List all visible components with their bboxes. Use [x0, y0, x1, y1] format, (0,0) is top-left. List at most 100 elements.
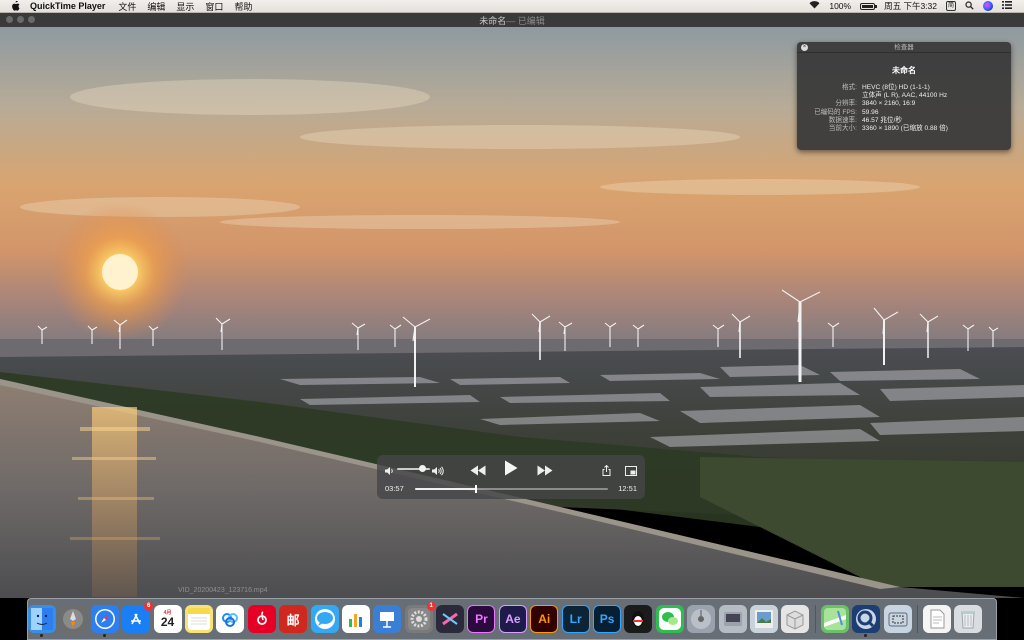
search-icon[interactable]: [965, 0, 974, 12]
rewind-icon[interactable]: [470, 463, 486, 481]
calendar-day: 24: [160, 614, 175, 629]
dock-system-preferences-icon[interactable]: 1: [404, 602, 436, 633]
zoom-window-button[interactable]: [28, 16, 35, 23]
dock-icon-label: Ps: [599, 612, 615, 626]
inspector-title: 未命名: [892, 66, 916, 75]
close-window-button[interactable]: [6, 16, 13, 23]
dock-mail-163-icon[interactable]: 邮: [279, 605, 308, 633]
play-icon[interactable]: [504, 460, 518, 481]
window-title-bar[interactable]: 未命名 — 已编辑: [0, 13, 1024, 27]
window-controls: [6, 16, 35, 23]
fast-forward-icon[interactable]: [537, 463, 553, 481]
dock-illustrator-icon[interactable]: Ai: [530, 605, 559, 633]
playback-controls[interactable]: 03:57 12:51: [377, 455, 645, 499]
dock-icon-label: Ai: [538, 612, 551, 626]
dock-screenshot-icon[interactable]: [883, 605, 912, 633]
dock-file-label: VID_20200423_123716.mp4: [178, 587, 268, 594]
dock-document-icon[interactable]: [922, 605, 951, 633]
menu-view[interactable]: 显示: [176, 0, 194, 13]
dock-notes-icon[interactable]: [184, 605, 213, 633]
window-edited-status: — 已编辑: [506, 15, 545, 26]
dock-messages-icon[interactable]: [310, 605, 339, 633]
share-icon[interactable]: [602, 463, 611, 481]
inspector-key: 分辨率:: [835, 100, 857, 108]
battery-icon[interactable]: [860, 2, 878, 10]
inspector-close-icon[interactable]: ×: [801, 44, 808, 51]
menu-file[interactable]: 文件: [118, 0, 136, 13]
inspector-header-label: 检查器: [894, 44, 914, 51]
inspector-row-resolution: 分辨率: 3840 × 2160, 16:9: [797, 100, 1011, 108]
dock-trash-icon[interactable]: [954, 605, 983, 633]
dock-icon-label: Lr: [569, 612, 582, 626]
dock-network-utility-icon[interactable]: [718, 605, 747, 633]
dock-wechat-icon[interactable]: [655, 605, 684, 633]
dock-disk-utility-icon[interactable]: [687, 605, 716, 633]
app-menu[interactable]: QuickTime Player: [30, 1, 105, 11]
inspector-row-data-rate: 数据速率: 46.57 兆位/秒: [797, 117, 1011, 125]
dock-quicktime-player-icon[interactable]: [852, 605, 881, 637]
picture-in-picture-icon[interactable]: [625, 463, 637, 481]
inspector-value: 3840 × 2160, 16:9: [862, 100, 916, 108]
dock-baidu-netdisk-icon[interactable]: [216, 605, 245, 633]
sun-core: [102, 254, 138, 290]
dock-calendar-icon[interactable]: 4月 24: [153, 605, 182, 633]
running-indicator: [40, 634, 43, 637]
notification-center-icon[interactable]: [1002, 1, 1012, 11]
dock-numbers-icon[interactable]: [341, 605, 370, 633]
dock-launchpad-icon[interactable]: [59, 605, 88, 633]
ime-icon[interactable]: 简: [946, 1, 956, 11]
dock-netease-music-icon[interactable]: [247, 605, 276, 633]
dock-after-effects-icon[interactable]: Ae: [498, 605, 527, 633]
dock-maps-icon[interactable]: [820, 605, 849, 633]
dock-preview-icon[interactable]: [749, 605, 778, 633]
running-indicator: [102, 634, 106, 637]
dock-photoshop-icon[interactable]: Ps: [593, 605, 622, 633]
menu-bar: QuickTime Player 文件 编辑 显示 窗口 帮助 100% 周五 …: [0, 0, 1024, 13]
inspector-key: 当前大小:: [828, 125, 857, 133]
menu-help[interactable]: 帮助: [234, 0, 252, 13]
dock-qq-icon[interactable]: [624, 605, 653, 633]
dock-finder-icon[interactable]: [28, 605, 56, 637]
timeline-progress: [415, 488, 476, 490]
inspector-value: 59.96: [862, 108, 879, 116]
volume-slider-knob[interactable]: [418, 465, 426, 472]
apple-icon[interactable]: [11, 1, 22, 12]
inspector-row-format: 格式: HEVC (8位) HD (1-1-1): [797, 84, 1011, 92]
inspector-header[interactable]: × 检查器: [797, 42, 1011, 53]
inspector-row-current-size: 当前大小: 3360 × 1890 (已缩放 0.88 倍): [797, 125, 1011, 133]
battery-percent: 100%: [829, 1, 852, 11]
dock-app-store-icon[interactable]: 6: [122, 602, 154, 633]
inspector-value: HEVC (8位) HD (1-1-1): [862, 84, 930, 91]
dock-lightroom-icon[interactable]: Lr: [561, 605, 590, 633]
dock-icon-label: Pr: [475, 612, 488, 626]
clock[interactable]: 周五 下午3:32: [884, 0, 937, 12]
current-time: 03:57: [385, 484, 404, 493]
minimize-window-button[interactable]: [17, 16, 24, 23]
dock-final-cut-pro-icon[interactable]: [436, 605, 465, 633]
dock-safari-icon[interactable]: [90, 605, 119, 637]
timeline-playhead[interactable]: [474, 485, 477, 493]
inspector-row-fps: 已编码的 FPS: 59.96: [797, 109, 1011, 117]
dock-keynote-icon[interactable]: [373, 605, 402, 633]
inspector-panel[interactable]: × 检查器 未命名 格式: HEVC (8位) HD (1-1-1) 立体声 (L…: [797, 42, 1011, 150]
remaining-time: 12:51: [618, 484, 637, 493]
inspector-key: 已编码的 FPS:: [814, 108, 857, 116]
timeline-scrubber[interactable]: [415, 485, 608, 493]
wifi-icon[interactable]: [809, 1, 820, 11]
dock: 6 4月 24 邮 1 Pr Ae Ai Lr Ps: [28, 602, 986, 637]
dock-premiere-pro-icon[interactable]: Pr: [467, 605, 496, 633]
inspector-value: 3360 × 1890 (已缩放 0.88 倍): [862, 125, 948, 133]
dock-separator: [916, 605, 918, 633]
volume-high-icon[interactable]: [431, 463, 444, 481]
inspector-key: 数据速率:: [828, 116, 857, 124]
battery-fill: [862, 4, 874, 8]
menu-window[interactable]: 窗口: [205, 0, 223, 13]
siri-icon[interactable]: [983, 1, 993, 11]
volume-low-icon[interactable]: [384, 463, 395, 481]
inspector-row-audio: 立体声 (L R), AAC, 44100 Hz: [797, 92, 1011, 100]
dock-separator: [814, 605, 816, 633]
menu-edit[interactable]: 编辑: [147, 0, 165, 13]
dock-icon-label: 邮: [286, 612, 300, 628]
dock-archive-utility-icon[interactable]: [781, 605, 810, 633]
window-title: 未命名: [479, 15, 507, 26]
